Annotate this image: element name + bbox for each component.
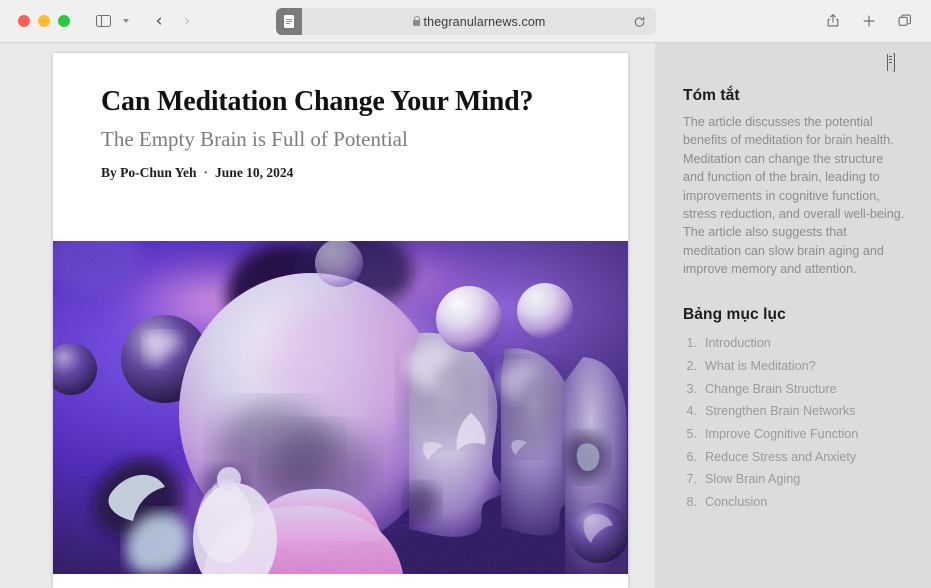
minimize-button[interactable] — [38, 15, 50, 27]
toc-label: Reduce Stress and Anxiety — [705, 449, 857, 464]
article-header: Can Meditation Change Your Mind? The Emp… — [53, 53, 628, 181]
browser-window: ‹ › thegranularnews.com Can Meditation C… — [0, 0, 931, 588]
sidebar-dropdown-button[interactable] — [118, 9, 134, 33]
toc-number: 1. — [686, 336, 697, 351]
toc-label: Conclusion — [705, 494, 768, 509]
list-item[interactable]: 3. Change Brain Structure — [683, 378, 905, 401]
reader-icon — [284, 15, 294, 28]
list-item[interactable]: 7. Slow Brain Aging — [683, 468, 905, 491]
url-text: thegranularnews.com — [423, 14, 546, 29]
sidebar-toggle-button[interactable] — [90, 9, 116, 33]
browser-toolbar: ‹ › thegranularnews.com — [0, 0, 931, 43]
toc-number: 8. — [686, 494, 697, 509]
toc-number: 5. — [686, 426, 697, 441]
list-item[interactable]: 6. Reduce Stress and Anxiety — [683, 446, 905, 469]
page-title: Can Meditation Change Your Mind? — [101, 86, 534, 117]
back-button[interactable]: ‹ — [146, 9, 172, 33]
hero-artwork — [53, 241, 628, 574]
navigation-group: ‹ › — [90, 9, 200, 33]
toc-label: What is Meditation? — [705, 359, 816, 373]
list-item[interactable]: 5. Improve Cognitive Function — [683, 423, 905, 446]
list-item[interactable]: 8. Conclusion — [683, 491, 905, 514]
article-hero-image — [53, 241, 628, 574]
toc-label: Improve Cognitive Function — [705, 426, 859, 441]
forward-button[interactable]: › — [174, 9, 200, 33]
new-tab-button[interactable] — [857, 9, 881, 33]
close-button[interactable] — [18, 15, 30, 27]
toolbar-actions — [821, 9, 917, 33]
article-byline: By Po-Chun Yeh · June 10, 2024 — [101, 165, 580, 181]
list-item[interactable]: 2. What is Meditation? — [683, 355, 905, 378]
tab-overview-button[interactable] — [893, 9, 917, 33]
summary-heading: Tóm tắt — [683, 87, 740, 104]
sidebar-panel-icon — [893, 53, 895, 72]
chevron-right-icon: › — [183, 10, 191, 31]
table-of-contents: 1. Introduction 2. What is Meditation? 3… — [683, 332, 905, 513]
lock-icon — [412, 15, 421, 26]
toc-label: Introduction — [705, 336, 771, 351]
toc-label: Strengthen Brain Networks — [705, 404, 856, 419]
article-subhead: The Empty Brain is Full of Potential — [101, 127, 408, 152]
summary-text: The article discusses the potential bene… — [683, 115, 905, 276]
window-controls — [18, 15, 70, 27]
toc-label: Slow Brain Aging — [705, 472, 801, 487]
toc-number: 3. — [686, 381, 697, 396]
address-bar: thegranularnews.com — [276, 8, 656, 35]
maximize-button[interactable] — [58, 15, 70, 27]
url-input[interactable]: thegranularnews.com — [298, 8, 656, 35]
byline-separator: · — [203, 164, 209, 180]
chevron-down-icon — [123, 19, 129, 23]
reader-view-button[interactable] — [276, 8, 302, 35]
toc-label: Change Brain Structure — [705, 381, 837, 396]
reader-sidebar: Tóm tắt The article discusses the potent… — [655, 43, 931, 588]
toc-number: 7. — [686, 472, 697, 487]
article-date: June 10, 2024 — [215, 164, 294, 180]
page-content: Can Meditation Change Your Mind? The Emp… — [0, 43, 931, 588]
reload-button[interactable] — [633, 15, 646, 28]
reader-sidebar-content: Tóm tắt The article discusses the potent… — [655, 43, 931, 513]
list-item[interactable]: 1. Introduction — [683, 332, 905, 355]
url-text-group: thegranularnews.com — [412, 14, 546, 29]
article-author: By Po-Chun Yeh — [101, 164, 197, 180]
reader-article-card: Can Meditation Change Your Mind? The Emp… — [53, 53, 628, 588]
toc-heading: Bảng mục lục — [683, 306, 786, 324]
toc-number: 2. — [686, 359, 697, 373]
toc-number: 4. — [686, 404, 697, 419]
list-item[interactable]: 4. Strengthen Brain Networks — [683, 400, 905, 423]
chevron-left-icon: ‹ — [155, 10, 163, 31]
reader-sidebar-toggle-button[interactable] — [893, 53, 913, 72]
toc-number: 6. — [686, 449, 697, 464]
share-button[interactable] — [821, 9, 845, 33]
sidebar-icon — [95, 14, 111, 28]
